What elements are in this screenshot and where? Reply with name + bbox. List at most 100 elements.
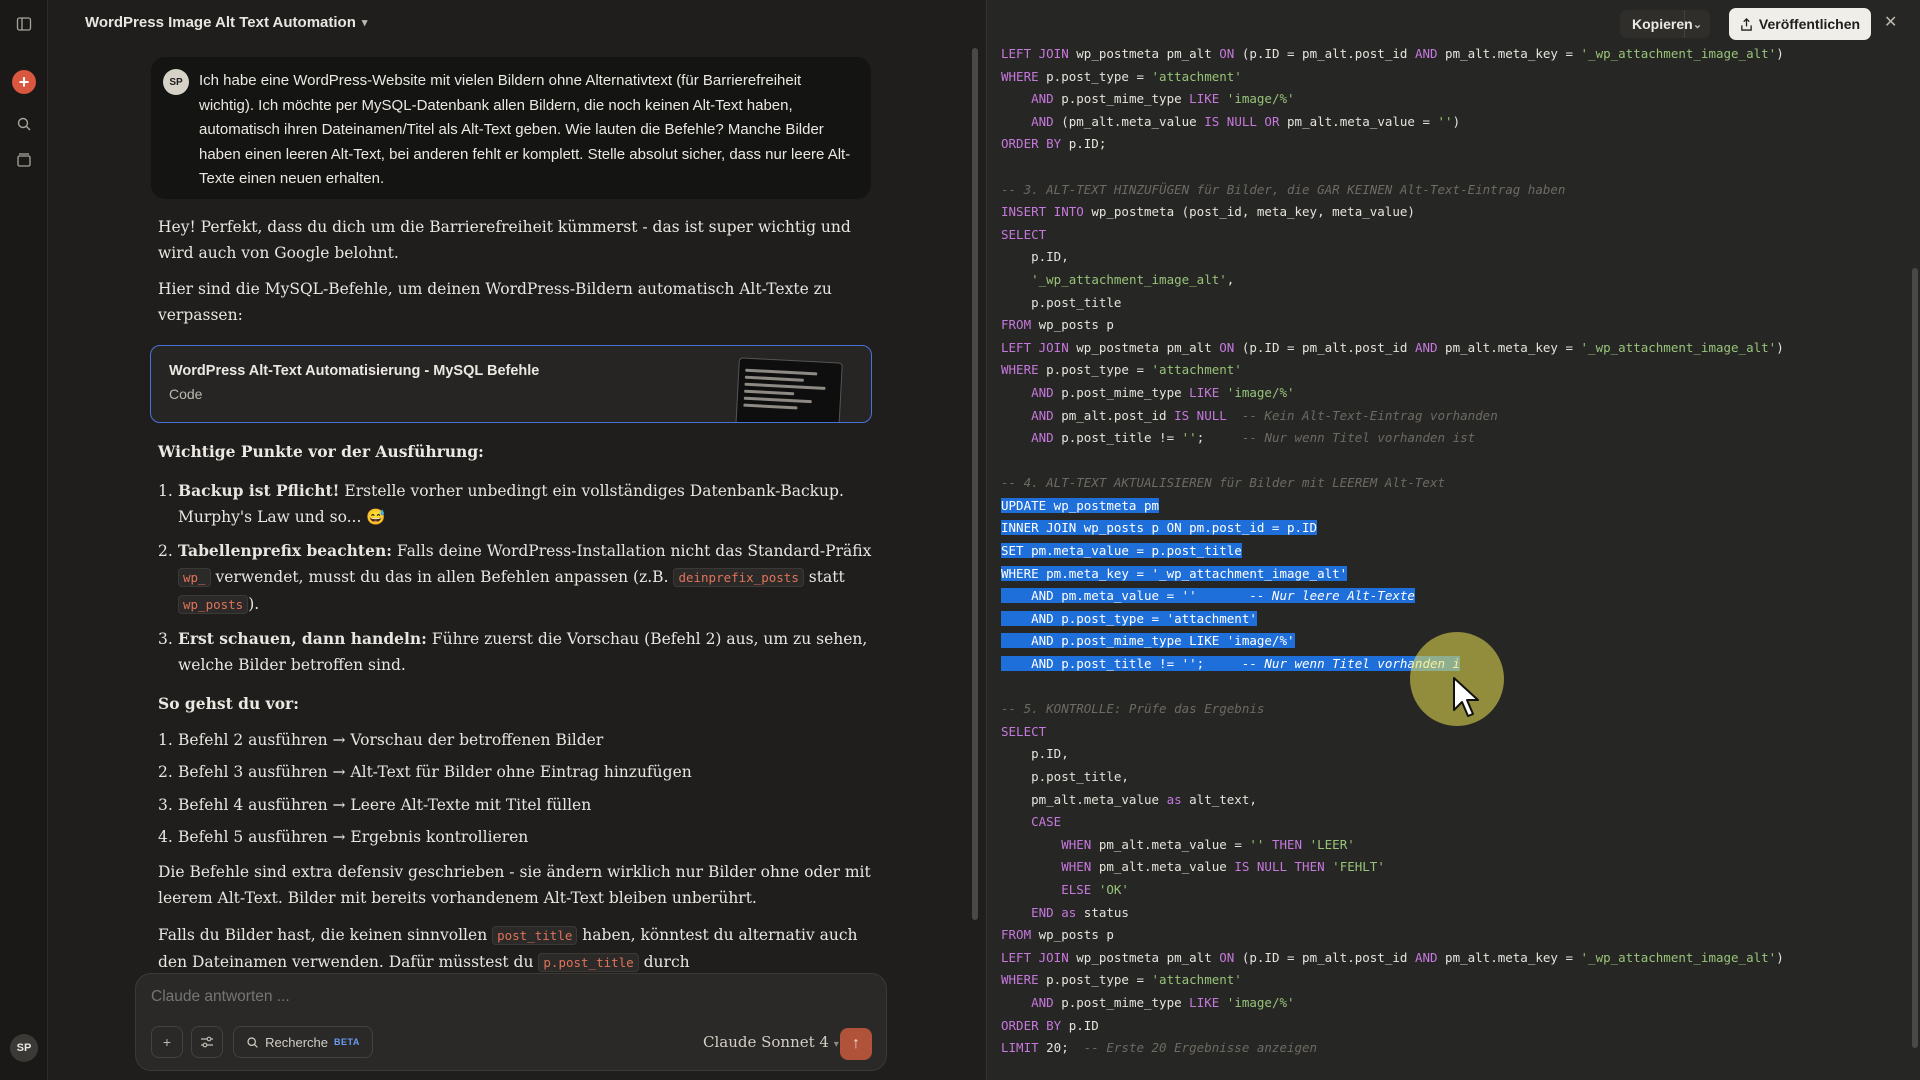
code-token: (p.ID = pm_alt.post_id [1241, 339, 1415, 355]
list-item: 3. Erst schauen, dann handeln: Führe zue… [158, 626, 878, 678]
avatar[interactable]: SP [10, 1034, 38, 1062]
code-token: p.post_mime_type [1061, 994, 1190, 1010]
code-token: LIKE [1189, 994, 1227, 1010]
code-token: CASE [1031, 814, 1062, 830]
chat-title: WordPress Image Alt Text Automation [85, 14, 356, 31]
send-button[interactable]: ↑ [840, 1028, 872, 1060]
code-token: LIMIT [1001, 1040, 1047, 1056]
code-token: , [1226, 271, 1235, 287]
code-line: INSERT INTO wp_postmeta (post_id, meta_k… [1001, 201, 1784, 224]
code-token: ) [1452, 113, 1461, 129]
list-item: 1. Backup ist Pflicht! Erstelle vorher u… [158, 478, 878, 530]
list-number: 3. [158, 796, 173, 814]
response-defensive: Die Befehle sind extra defensiv geschrie… [158, 863, 871, 907]
code-token: WHEN [1061, 836, 1099, 852]
code-line: -- 3. ALT-TEXT HINZUFÜGEN für Bilder, di… [1001, 179, 1784, 202]
list-item-text: Befehl 3 ausführen → Alt-Text für Bilder… [178, 763, 692, 781]
code-token: wp_posts p [1038, 317, 1114, 333]
publish-button[interactable]: Veröffentlichen [1729, 8, 1871, 40]
copy-button[interactable]: Kopieren ⌄ [1620, 10, 1710, 38]
code-token: ON [1219, 949, 1242, 965]
code-line: SET pm.meta_value = p.post_title [1001, 540, 1784, 563]
code-line: AND p.post_mime_type LIKE 'image/%' [1001, 630, 1784, 653]
code-token: AND pm.meta_value = '' [1001, 588, 1250, 604]
code-token: END as [1031, 904, 1084, 920]
code-line: WHERE p.post_type = 'attachment' [1001, 969, 1784, 992]
chat-scrollbar[interactable] [972, 48, 978, 920]
code-token: p.ID [1068, 1017, 1099, 1033]
code-token: 'attachment' [1151, 362, 1242, 378]
inline-code: deinprefix_posts [673, 568, 804, 587]
code-line: AND p.post_mime_type LIKE 'image/%' [1001, 382, 1784, 405]
tools-button[interactable] [191, 1026, 223, 1058]
code-line: SELECT [1001, 224, 1784, 247]
code-token: WHERE pm.meta_key = '_wp_attachment_imag… [1001, 565, 1348, 581]
inline-code: p.post_title [538, 953, 639, 972]
code-line: END as status [1001, 902, 1784, 925]
code-token: -- 3. ALT-TEXT HINZUFÜGEN für Bilder, di… [1001, 181, 1566, 197]
sidebar-toggle-icon[interactable] [12, 12, 36, 36]
code-token: pm_alt.meta_value = [1098, 836, 1250, 852]
close-icon[interactable]: ✕ [1884, 12, 1897, 32]
share-icon [1741, 17, 1752, 31]
code-line: FROM wp_posts p [1001, 924, 1784, 947]
code-token: IS NULL [1174, 407, 1227, 423]
list-item-text: Falls deine WordPress-Installation nicht… [391, 542, 872, 560]
code-token: p.post_mime_type [1061, 384, 1190, 400]
code-token: AND p.post_title != ''; [1001, 656, 1242, 672]
code-token: pm_alt.post_id [1061, 407, 1175, 423]
search-icon[interactable] [12, 112, 36, 136]
projects-icon[interactable] [12, 148, 36, 172]
research-button[interactable]: Recherche BETA [233, 1026, 373, 1058]
model-selector[interactable]: Claude Sonnet 4 ▾ [703, 1033, 839, 1051]
code-token: p.ID; [1068, 136, 1107, 152]
list-number: 4. [158, 828, 173, 846]
code-token: wp_postmeta (post_id, meta_key, meta_val… [1091, 204, 1415, 220]
list-number: 2. [158, 542, 173, 560]
list-item-text: ). [248, 595, 260, 613]
code-token: 20; [1046, 1040, 1069, 1056]
list-number: 2. [158, 763, 173, 781]
code-token: AND [1414, 949, 1446, 965]
code-token: WHERE [1001, 972, 1047, 988]
chevron-down-icon[interactable]: ⌄ [1684, 10, 1710, 38]
code-token: -- Kein Alt-Text-Eintrag vorhanden [1226, 407, 1498, 423]
chat-title-dropdown[interactable]: WordPress Image Alt Text Automation ▾ [85, 14, 367, 31]
code-line: ORDER BY p.ID [1001, 1015, 1784, 1038]
code-token: AND [1031, 994, 1062, 1010]
code-token: '_wp_attachment_image_alt' [1580, 339, 1777, 355]
list-item-text: Befehl 5 ausführen → Ergebnis kontrollie… [178, 828, 529, 846]
list-item-bold: Erst schauen, dann handeln: [178, 629, 427, 648]
code-token: ORDER BY [1001, 136, 1069, 152]
list-item-bold: Backup ist Pflicht! [178, 481, 340, 500]
response-text: durch [638, 953, 690, 971]
code-token: AND [1031, 407, 1062, 423]
code-token: (pm_alt.meta_value [1061, 113, 1205, 129]
list-number: 1. [158, 482, 173, 500]
attach-button[interactable]: + [151, 1026, 183, 1058]
code-line: AND pm_alt.post_id IS NULL -- Kein Alt-T… [1001, 405, 1784, 428]
code-line: WHERE p.post_type = 'attachment' [1001, 66, 1784, 89]
code-block[interactable]: LEFT JOIN wp_postmeta pm_alt ON (p.ID = … [1001, 43, 1784, 1060]
publish-label: Veröffentlichen [1758, 16, 1861, 32]
code-token: pm_alt.meta_key = [1445, 339, 1581, 355]
code-token: LIKE [1189, 91, 1227, 107]
artifact-card[interactable]: WordPress Alt-Text Automatisierung - MyS… [150, 345, 872, 423]
code-token: ON [1219, 339, 1242, 355]
code-token: wp_postmeta pm_alt [1076, 46, 1220, 61]
list-item: 2. Befehl 3 ausführen → Alt-Text für Bild… [158, 759, 878, 785]
code-token: '' [1181, 430, 1197, 446]
inline-code: post_title [492, 926, 578, 945]
code-line: WHEN pm_alt.meta_value IS NULL THEN 'FEH… [1001, 856, 1784, 879]
reply-input[interactable] [151, 988, 851, 1006]
list-item: 3. Befehl 4 ausführen → Leere Alt-Texte m… [158, 792, 878, 818]
code-token: 'attachment' [1151, 68, 1242, 84]
code-scrollbar[interactable] [1912, 268, 1918, 1048]
code-line: AND p.post_title != ''; -- Nur wenn Tite… [1001, 427, 1784, 450]
new-chat-icon[interactable]: + [12, 70, 36, 94]
